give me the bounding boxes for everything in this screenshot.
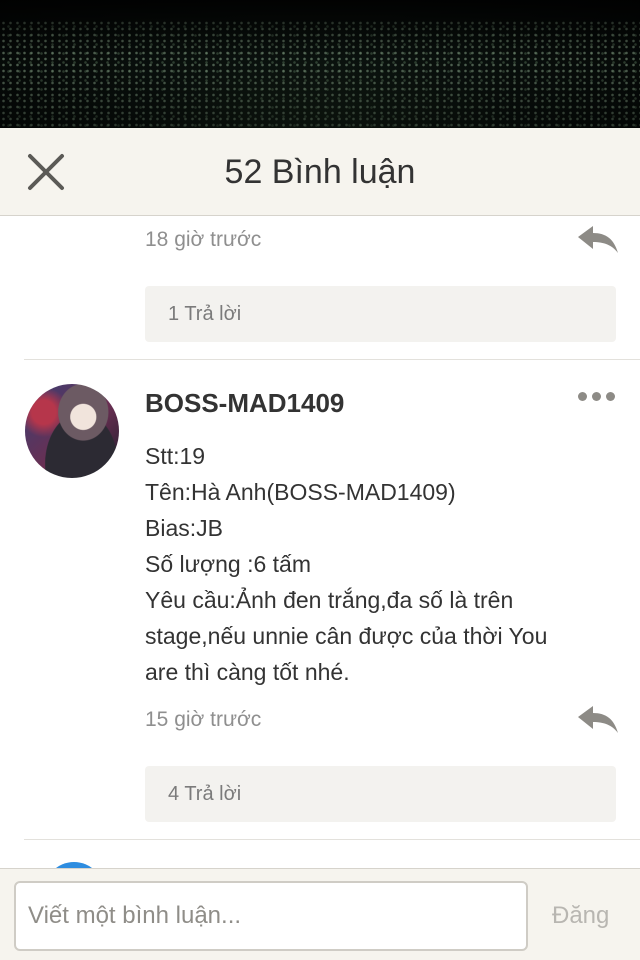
- comment-time: 18 giờ trước: [145, 228, 262, 251]
- close-icon: [28, 154, 64, 190]
- reply-button[interactable]: [576, 225, 620, 255]
- comment-body: Stt:19 Tên:Hà Anh(BOSS-MAD1409) Bias:JB …: [145, 438, 615, 690]
- comment-line: Số lượng :6 tấm: [145, 551, 311, 577]
- comment-composer: Đăng: [0, 868, 640, 960]
- comment-line: stage,nếu unnie cân được của thời You: [145, 623, 548, 649]
- more-dots-icon: [578, 392, 587, 401]
- comment-line: Tên:Hà Anh(BOSS-MAD1409): [145, 479, 456, 505]
- reply-button[interactable]: [576, 705, 620, 735]
- comment-line: are thì càng tốt nhé.: [145, 659, 350, 685]
- comment-line: Bias:JB: [145, 515, 223, 541]
- more-options-button[interactable]: [578, 389, 616, 403]
- comment-list[interactable]: 18 giờ trước 1 Trả lời BOSS-MAD1409 Stt:…: [0, 217, 640, 868]
- divider: [24, 839, 640, 840]
- view-replies-button[interactable]: 4 Trả lời: [145, 766, 616, 822]
- avatar[interactable]: [25, 384, 119, 478]
- post-button[interactable]: Đăng: [552, 881, 609, 951]
- comment-username[interactable]: BOSS-MAD1409: [145, 388, 344, 419]
- view-replies-button[interactable]: 1 Trả lời: [145, 286, 616, 342]
- comment-input[interactable]: [14, 881, 528, 951]
- header-background-image: [0, 0, 640, 128]
- reply-arrow-icon: [578, 706, 618, 733]
- comment-line: Yêu cầu:Ảnh đen trắng,đa số là trên: [145, 587, 514, 613]
- comments-header: [0, 128, 640, 216]
- divider: [24, 359, 640, 360]
- comment-line: Stt:19: [145, 443, 206, 469]
- reply-arrow-icon: [578, 226, 618, 253]
- comment-time: 15 giờ trước: [145, 708, 262, 731]
- close-button[interactable]: [26, 152, 66, 192]
